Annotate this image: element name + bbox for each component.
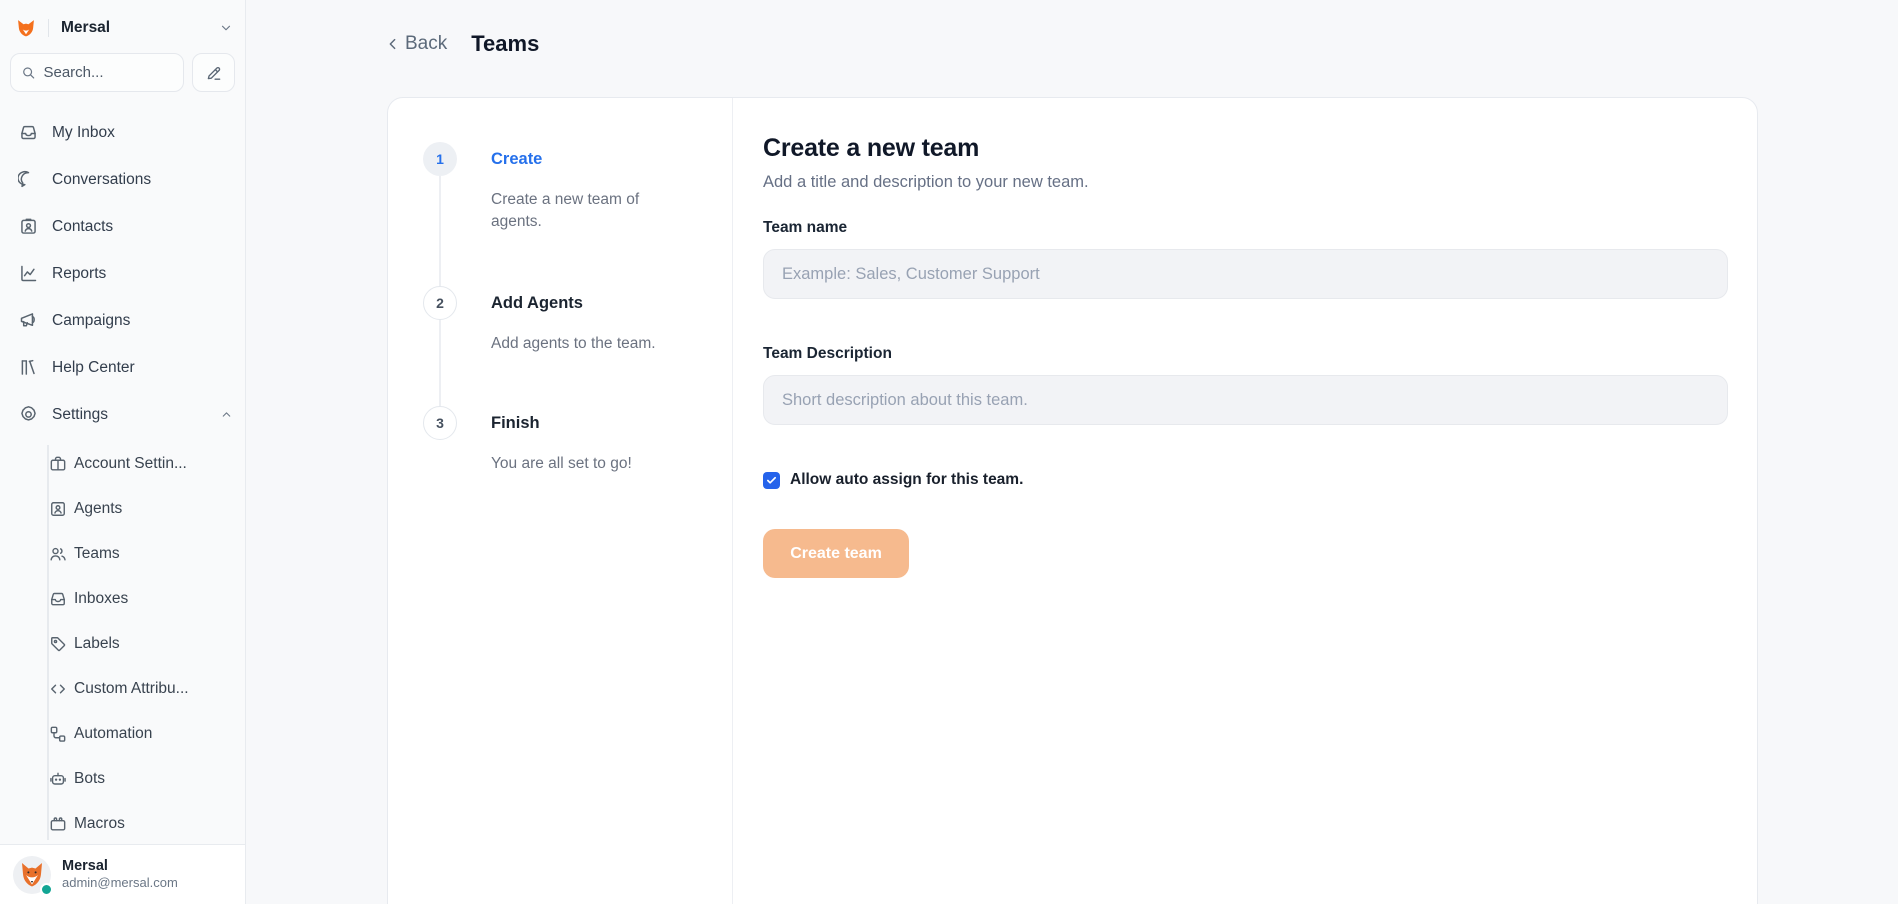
compose-button[interactable]	[192, 53, 235, 92]
user-menu[interactable]: Mersal admin@mersal.com	[0, 844, 245, 904]
sidebar-nav: My Inbox Conversations Contacts Reports …	[0, 109, 245, 846]
gear-icon	[18, 404, 39, 425]
sidebar-item-label: Agents	[74, 500, 122, 518]
sidebar-item-help-center[interactable]: Help Center	[0, 344, 245, 391]
sidebar-item-agents[interactable]: Agents	[0, 486, 245, 531]
macro-box-icon	[48, 814, 68, 834]
sidebar-item-conversations[interactable]: Conversations	[0, 156, 245, 203]
main-content: Back Teams 1 Create Create a new team of…	[246, 0, 1898, 904]
chevron-down-icon	[219, 21, 233, 35]
online-status-dot	[40, 883, 53, 896]
briefcase-icon	[48, 454, 68, 474]
bot-icon	[48, 769, 68, 789]
sidebar-item-bots[interactable]: Bots	[0, 756, 245, 801]
wizard-step-finish: 3 Finish You are all set to go!	[423, 406, 632, 475]
back-button[interactable]: Back	[385, 33, 447, 55]
sidebar: Mersal My Inbox Conversations	[0, 0, 246, 904]
sidebar-item-label: Account Settin...	[74, 455, 187, 473]
sidebar-item-label: Teams	[74, 545, 120, 563]
sidebar-item-contacts[interactable]: Contacts	[0, 203, 245, 250]
workspace-name: Mersal	[61, 19, 110, 37]
sidebar-item-teams[interactable]: Teams	[0, 531, 245, 576]
create-team-card: 1 Create Create a new team of agents. 2 …	[387, 97, 1758, 904]
sidebar-item-settings[interactable]: Settings	[0, 391, 245, 438]
library-icon	[18, 357, 39, 378]
search-field[interactable]	[43, 64, 173, 81]
search-input[interactable]	[10, 53, 184, 92]
sidebar-item-label: Conversations	[52, 171, 151, 189]
team-name-label: Team name	[763, 219, 1728, 237]
agent-card-icon	[48, 499, 68, 519]
step-number-badge: 2	[423, 286, 457, 320]
team-description-input[interactable]	[763, 375, 1728, 425]
code-icon	[48, 679, 68, 699]
step-number-badge: 1	[423, 142, 457, 176]
auto-assign-label: Allow auto assign for this team.	[790, 471, 1023, 489]
tag-icon	[48, 634, 68, 654]
sidebar-item-automation[interactable]: Automation	[0, 711, 245, 756]
step-title: Add Agents	[491, 286, 656, 320]
contact-card-icon	[18, 216, 39, 237]
sidebar-item-label: Help Center	[52, 359, 135, 377]
chart-icon	[18, 263, 39, 284]
chevron-up-icon	[220, 408, 233, 421]
sidebar-item-label: Custom Attribu...	[74, 680, 189, 698]
megaphone-icon	[18, 310, 39, 331]
avatar	[12, 855, 52, 895]
sidebar-item-label: My Inbox	[52, 124, 115, 142]
sidebar-item-my-inbox[interactable]: My Inbox	[0, 109, 245, 156]
sidebar-item-macros[interactable]: Macros	[0, 801, 245, 846]
user-name: Mersal	[62, 857, 178, 875]
divider	[48, 19, 49, 37]
sidebar-item-label: Labels	[74, 635, 120, 653]
sidebar-item-label: Bots	[74, 770, 105, 788]
create-team-button[interactable]: Create team	[763, 529, 909, 578]
step-number-badge: 3	[423, 406, 457, 440]
pencil-icon	[205, 64, 223, 82]
sidebar-item-campaigns[interactable]: Campaigns	[0, 297, 245, 344]
user-email: admin@mersal.com	[62, 875, 178, 891]
page-title: Teams	[471, 31, 539, 57]
step-description: You are all set to go!	[491, 453, 632, 475]
workspace-switcher[interactable]: Mersal	[16, 13, 233, 43]
create-team-form: Create a new team Add a title and descri…	[733, 98, 1757, 904]
sidebar-item-account-settings[interactable]: Account Settin...	[0, 441, 245, 486]
people-icon	[48, 544, 68, 564]
inbox-icon	[18, 122, 39, 143]
sidebar-item-label: Settings	[52, 406, 108, 424]
wizard-steps: 1 Create Create a new team of agents. 2 …	[388, 98, 733, 904]
sidebar-item-labels[interactable]: Labels	[0, 621, 245, 666]
app-window: Mersal My Inbox Conversations	[0, 0, 1898, 904]
search-icon	[21, 64, 35, 81]
team-name-input[interactable]	[763, 249, 1728, 299]
sidebar-item-inboxes[interactable]: Inboxes	[0, 576, 245, 621]
chevron-left-icon	[385, 36, 401, 52]
auto-assign-toggle[interactable]: Allow auto assign for this team.	[763, 471, 1728, 489]
team-description-label: Team Description	[763, 345, 1728, 363]
sidebar-item-label: Macros	[74, 815, 125, 833]
step-description: Create a new team of agents.	[491, 189, 691, 233]
sidebar-item-label: Inboxes	[74, 590, 128, 608]
flow-icon	[48, 724, 68, 744]
sidebar-item-label: Contacts	[52, 218, 113, 236]
inbox-tray-icon	[48, 589, 68, 609]
step-title: Create	[491, 142, 691, 176]
step-title: Finish	[491, 406, 632, 440]
sidebar-item-label: Automation	[74, 725, 152, 743]
back-label: Back	[405, 33, 447, 55]
chat-bubble-icon	[18, 169, 39, 190]
checkbox-checked-icon[interactable]	[763, 472, 780, 489]
form-subtitle: Add a title and description to your new …	[763, 173, 1728, 192]
sidebar-item-label: Reports	[52, 265, 106, 283]
sidebar-item-label: Campaigns	[52, 312, 130, 330]
fox-logo-icon	[16, 18, 36, 38]
form-title: Create a new team	[763, 134, 1728, 163]
sidebar-item-reports[interactable]: Reports	[0, 250, 245, 297]
page-header: Back Teams	[385, 31, 539, 57]
step-description: Add agents to the team.	[491, 333, 656, 355]
wizard-step-create: 1 Create Create a new team of agents.	[423, 142, 691, 233]
sidebar-item-custom-attributes[interactable]: Custom Attribu...	[0, 666, 245, 711]
wizard-step-add-agents: 2 Add Agents Add agents to the team.	[423, 286, 656, 355]
settings-subnav: Account Settin... Agents Teams Inboxes L…	[0, 441, 245, 846]
